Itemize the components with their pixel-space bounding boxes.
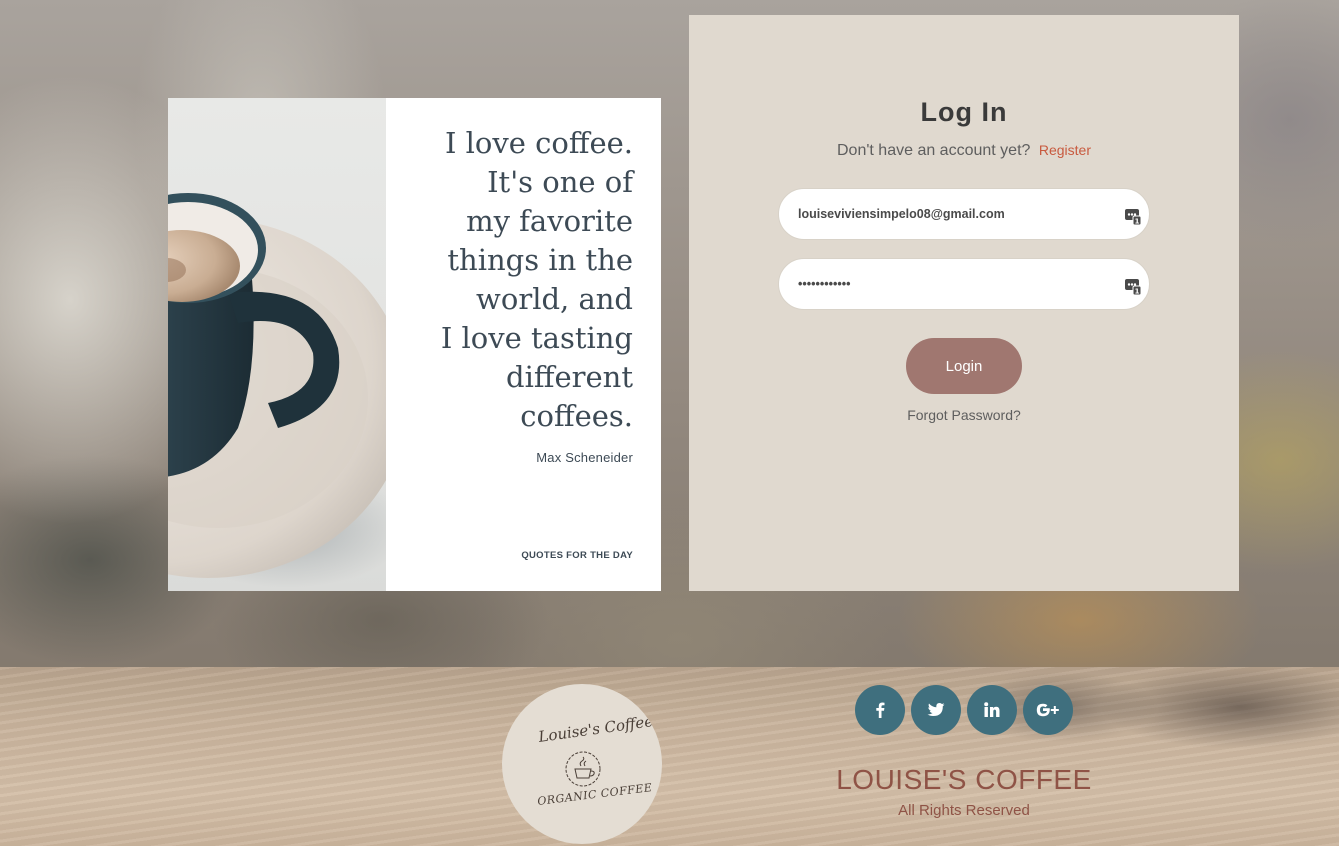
- logo-script-text: Louise's Coffee: [537, 712, 655, 746]
- linkedin-icon: [984, 702, 1000, 717]
- quote-author: Max Scheneider: [536, 450, 633, 465]
- brand-name: LOUISE'S COFFEE: [836, 764, 1092, 795]
- quote-card: I love coffee. It's one of my favorite t…: [168, 98, 661, 591]
- login-button[interactable]: Login: [906, 338, 1022, 394]
- google-plus-icon: [1036, 703, 1059, 717]
- login-title: Log In: [920, 97, 1008, 127]
- register-prompt-line: Don't have an account yet? Register: [689, 142, 1239, 160]
- password-field[interactable]: [798, 259, 1108, 309]
- password-field-wrapper: 1: [778, 258, 1150, 310]
- twitter-button[interactable]: [911, 685, 961, 735]
- google-plus-button[interactable]: [1023, 685, 1073, 735]
- coffee-cup-logo-icon: [565, 751, 601, 787]
- facebook-icon: [876, 702, 885, 718]
- password-manager-icon[interactable]: 1: [1125, 277, 1141, 295]
- coffee-cup-illustration: [168, 193, 386, 588]
- svg-text:1: 1: [1135, 288, 1140, 296]
- email-field[interactable]: [798, 189, 1108, 239]
- register-link[interactable]: Register: [1039, 142, 1091, 158]
- login-panel: Log In Don't have an account yet? Regist…: [689, 15, 1239, 591]
- twitter-icon: [927, 703, 945, 716]
- quote-text: I love coffee. It's one of my favorite t…: [440, 126, 633, 433]
- password-manager-icon[interactable]: 1: [1125, 207, 1141, 225]
- linkedin-button[interactable]: [967, 685, 1017, 735]
- register-prompt: Don't have an account yet?: [837, 142, 1031, 159]
- forgot-password-link[interactable]: Forgot Password?: [689, 407, 1239, 423]
- coffee-cup-photo: [168, 98, 386, 591]
- copyright-text: All Rights Reserved: [898, 802, 1030, 819]
- background-table-surface: [0, 667, 1339, 846]
- svg-text:1: 1: [1135, 218, 1140, 226]
- email-field-wrapper: 1: [778, 188, 1150, 240]
- facebook-button[interactable]: [855, 685, 905, 735]
- social-links: [855, 685, 1073, 735]
- quote-footer-label: QUOTES FOR THE DAY: [521, 550, 633, 561]
- brand-logo: Louise's Coffee ORGANIC COFFEE: [502, 684, 662, 844]
